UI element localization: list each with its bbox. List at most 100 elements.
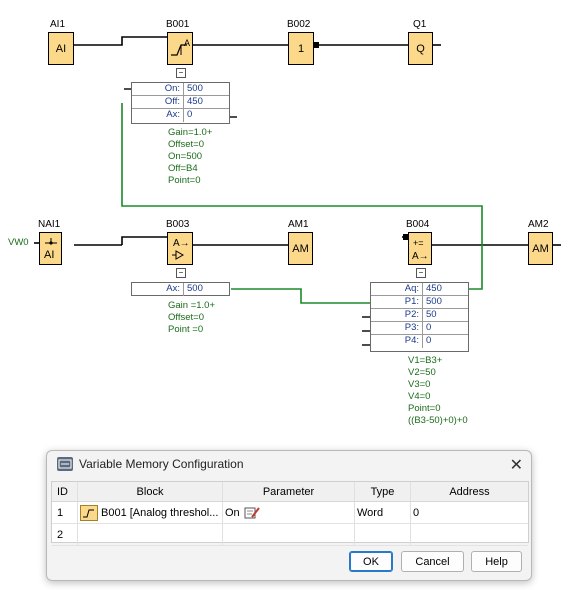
param-text: Offset=0	[168, 139, 205, 150]
param-value[interactable]: 50	[423, 309, 437, 321]
param-row: Ax: 0	[132, 109, 229, 122]
label-q1: Q1	[413, 19, 427, 30]
block-ai1[interactable]: AI	[48, 32, 74, 65]
param-text: V3=0	[408, 379, 431, 390]
b001-param-table[interactable]: On: 500 Off: 450 Ax: 0	[131, 82, 230, 124]
cell-id: 2	[52, 524, 78, 545]
cell-parameter[interactable]	[223, 524, 355, 545]
block-am1[interactable]: AM	[288, 232, 313, 265]
param-row: P3: 0	[371, 322, 468, 335]
param-key: P1:	[371, 296, 423, 308]
collapse-toggle-b001[interactable]: −	[176, 68, 186, 78]
param-key: Off:	[132, 96, 184, 108]
param-value[interactable]: 500	[184, 283, 203, 296]
param-row: Aq: 450	[371, 283, 468, 296]
block-nai1[interactable]: AI	[39, 232, 62, 265]
block-am2[interactable]: AM	[528, 232, 553, 265]
param-text: Point =0	[168, 324, 204, 335]
param-value[interactable]: 0	[423, 322, 431, 334]
param-text: Gain =1.0+	[168, 300, 216, 311]
collapse-toggle-b004[interactable]: −	[416, 268, 426, 278]
param-key: Aq:	[371, 283, 423, 295]
cell-parameter-text: On	[225, 506, 240, 519]
label-am1: AM1	[288, 219, 309, 230]
b003-params: Gain =1.0+ Offset=0 Point =0	[168, 300, 215, 336]
param-text: Point=0	[408, 403, 441, 414]
cell-type[interactable]	[355, 524, 411, 545]
param-key: Ax:	[132, 109, 184, 122]
label-b002: B002	[287, 19, 311, 30]
help-button[interactable]: Help	[471, 551, 522, 572]
cell-address-text: 0	[413, 506, 420, 519]
cancel-button[interactable]: Cancel	[401, 551, 464, 572]
svg-text:A→: A→	[173, 238, 190, 249]
connector-dot	[314, 42, 319, 48]
cell-block[interactable]: B001 [Analog threshol...	[78, 502, 223, 523]
label-vw0: VW0	[8, 237, 29, 248]
col-header-type[interactable]: Type	[355, 482, 411, 501]
block-b003-analog-amplifier[interactable]: A→	[167, 232, 193, 265]
param-text: Point=0	[168, 175, 201, 186]
block-nai1-text: AI	[44, 249, 54, 261]
block-b004-math[interactable]: += A→	[408, 232, 432, 265]
param-key: P2:	[371, 309, 423, 321]
cell-block[interactable]	[78, 524, 223, 545]
param-value[interactable]: 0	[184, 109, 192, 122]
b004-params: V1=B3+ V2=50 V3=0 V4=0 Point=0 ((B3-50)+…	[408, 355, 468, 427]
param-key: P4:	[371, 335, 423, 348]
col-header-address[interactable]: Address	[411, 482, 528, 501]
param-text: Offset=0	[168, 312, 205, 323]
param-key: Ax:	[132, 283, 184, 296]
param-value[interactable]: 500	[423, 296, 442, 308]
block-b001-analog-threshold[interactable]: A	[167, 32, 193, 65]
cell-address[interactable]	[411, 524, 528, 545]
cell-address[interactable]: 0	[411, 502, 528, 523]
b003-param-table[interactable]: Ax: 500	[131, 282, 230, 296]
param-row: P2: 50	[371, 309, 468, 322]
label-ai1: AI1	[50, 19, 66, 30]
param-value[interactable]: 450	[184, 96, 203, 108]
variable-memory-dialog: Variable Memory Configuration ✕ ID Block…	[46, 450, 532, 581]
svg-text:+=: +=	[413, 238, 424, 248]
table-row[interactable]: 1 B001 [Analog threshol... On Word 0	[52, 502, 528, 524]
param-value[interactable]: 0	[423, 335, 431, 348]
param-text: V1=B3+	[408, 355, 443, 366]
app-icon	[57, 457, 73, 471]
math-symbol-icon: += A→	[412, 238, 429, 262]
cell-type[interactable]: Word	[355, 502, 411, 523]
param-text: V2=50	[408, 367, 436, 378]
param-key: P3:	[371, 322, 423, 334]
param-value[interactable]: 450	[423, 283, 442, 295]
param-row: P1: 500	[371, 296, 468, 309]
label-b001: B001	[166, 19, 190, 30]
cell-id: 1	[52, 502, 78, 523]
edit-icon[interactable]	[244, 506, 260, 519]
param-row: P4: 0	[371, 335, 468, 348]
param-value[interactable]: 500	[184, 83, 203, 95]
collapse-toggle-b003[interactable]: −	[176, 268, 186, 278]
param-text: Gain=1.0+	[168, 127, 213, 138]
block-q1[interactable]: Q	[408, 32, 433, 65]
col-header-parameter[interactable]: Parameter	[223, 482, 355, 501]
table-header: ID Block Parameter Type Address	[52, 482, 528, 502]
b004-param-table[interactable]: Aq: 450 P1: 500 P2: 50 P3: 0 P4: 0	[370, 282, 469, 352]
threshold-block-icon	[80, 504, 98, 521]
col-header-block[interactable]: Block	[78, 482, 223, 501]
param-text: On=500	[168, 151, 203, 162]
cell-parameter[interactable]: On	[223, 502, 355, 523]
label-b004: B004	[406, 219, 430, 230]
label-am2: AM2	[528, 219, 549, 230]
block-b002[interactable]: 1	[288, 32, 314, 65]
close-icon[interactable]: ✕	[510, 455, 523, 475]
table-row[interactable]: 2	[52, 524, 528, 546]
memory-table: ID Block Parameter Type Address 1 B001 […	[51, 481, 529, 546]
param-text: V4=0	[408, 391, 431, 402]
network-ai-icon: AI	[44, 237, 57, 261]
dialog-title: Variable Memory Configuration	[79, 457, 244, 471]
amplifier-symbol-icon: A→	[172, 238, 190, 260]
param-key: On:	[132, 83, 184, 95]
table-stubs	[124, 88, 370, 346]
ok-button[interactable]: OK	[349, 551, 393, 572]
col-header-id[interactable]: ID	[52, 482, 78, 501]
threshold-symbol-icon: A	[171, 38, 190, 56]
